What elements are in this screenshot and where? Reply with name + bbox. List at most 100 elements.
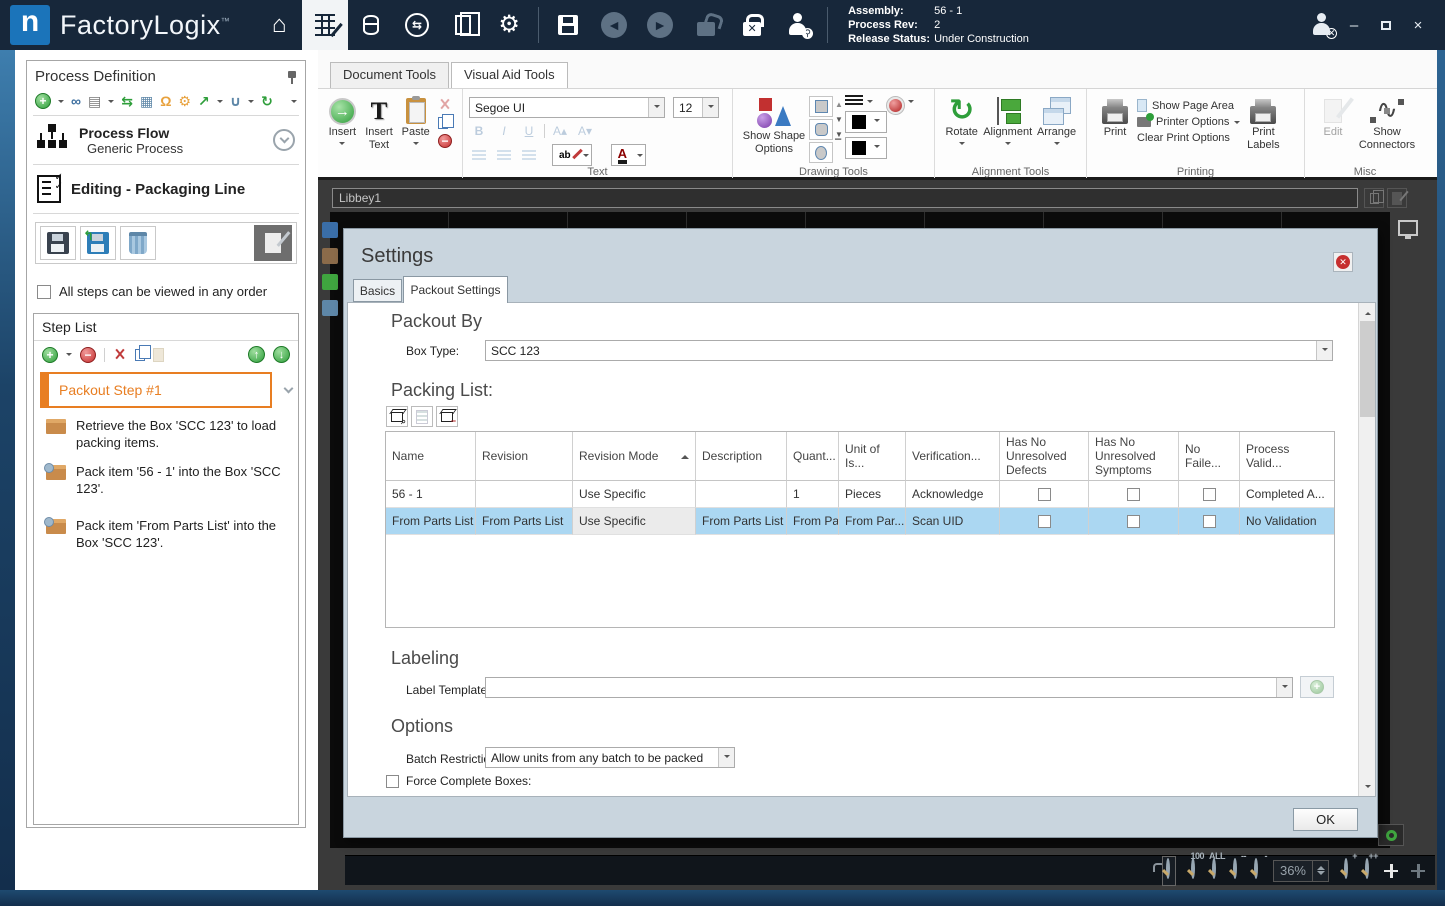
printer-options-button[interactable]: Printer Options: [1137, 113, 1241, 128]
symptoms-checkbox[interactable]: [1127, 514, 1140, 528]
shrink-font-icon[interactable]: A▾: [575, 122, 595, 140]
clear-print-options-button[interactable]: Clear Print Options: [1137, 132, 1240, 144]
align-right-icon[interactable]: [519, 146, 539, 164]
add-label-template-button[interactable]: +: [1300, 676, 1334, 698]
edit-list-button[interactable]: [411, 406, 433, 427]
export-icon[interactable]: ↗: [198, 93, 210, 109]
any-order-checkbox[interactable]: [37, 284, 51, 299]
move-up-icon[interactable]: ↑: [248, 346, 265, 363]
arrange-button[interactable]: Arrange: [1033, 92, 1080, 148]
align-center-icon[interactable]: [494, 146, 514, 164]
print-dropdown-icon[interactable]: [108, 99, 115, 106]
rotate-button[interactable]: ↻ Rotate: [941, 92, 982, 148]
grid-tool-icon[interactable]: [322, 274, 338, 290]
fill-color-combo[interactable]: [844, 137, 887, 159]
sync-icon[interactable]: ⇆: [394, 0, 440, 50]
scroll-down-icon[interactable]: [1359, 779, 1375, 796]
paste-button[interactable]: Paste: [397, 92, 434, 148]
show-page-area-button[interactable]: Show Page Area: [1137, 99, 1240, 112]
selected-step-item[interactable]: Packout Step #1: [40, 372, 294, 408]
column-header[interactable]: No Faile...: [1179, 432, 1240, 481]
expand-down-icon[interactable]: [273, 129, 295, 151]
pin-icon[interactable]: [287, 70, 297, 84]
dialog-scrollbar[interactable]: [1358, 303, 1375, 796]
scroll-up-icon[interactable]: [1359, 303, 1375, 320]
show-connectors-button[interactable]: ∿ Show Connectors: [1355, 92, 1419, 152]
browse-part-button[interactable]: ⌕: [386, 406, 408, 427]
move-down-icon[interactable]: ↓: [273, 346, 290, 363]
unlock-icon[interactable]: [683, 0, 729, 50]
insert-button[interactable]: → Insert: [324, 92, 361, 148]
settings-gear-icon[interactable]: ⚙: [486, 0, 532, 50]
duplicate-page-icon[interactable]: [1364, 188, 1384, 208]
step-item[interactable]: Retrieve the Box 'SCC 123' to load packi…: [34, 410, 298, 456]
export-dropdown-icon[interactable]: [216, 99, 223, 106]
scroll-thumb[interactable]: [1360, 321, 1375, 417]
column-header[interactable]: Has No Unresolved Symptoms: [1089, 432, 1179, 481]
combo-caret-icon[interactable]: [702, 98, 718, 117]
materials-icon[interactable]: [348, 0, 394, 50]
zoom-100-button[interactable]: 100: [1189, 851, 1204, 884]
grow-font-icon[interactable]: A▴: [550, 122, 570, 140]
stroke-color-combo[interactable]: [844, 111, 887, 133]
zoom-spinner-arrows[interactable]: [1312, 860, 1328, 881]
shape-scroll-down-icon[interactable]: ▼: [835, 115, 843, 124]
forward-icon[interactable]: ►: [637, 0, 683, 50]
zoom-in-button[interactable]: +: [1342, 851, 1357, 884]
add-icon[interactable]: +: [35, 93, 51, 109]
table-row-selected[interactable]: From Parts List From Parts List Use Spec…: [386, 508, 1334, 535]
column-header[interactable]: Quant...: [787, 432, 839, 481]
add-step-dropdown-icon[interactable]: [66, 353, 72, 359]
alignment-button[interactable]: Alignment: [982, 92, 1033, 148]
close-button[interactable]: ×: [1405, 12, 1431, 38]
lock-close-icon[interactable]: ✕: [729, 0, 775, 50]
maximize-button[interactable]: [1373, 12, 1399, 38]
layers-tool-icon[interactable]: [322, 300, 338, 316]
print-button[interactable]: Print: [1093, 92, 1137, 139]
add-dropdown-icon[interactable]: [58, 99, 64, 106]
italic-button[interactable]: I: [494, 122, 514, 140]
zoom-level-spinner[interactable]: 36%: [1272, 859, 1329, 882]
box-type-combo[interactable]: SCC 123: [485, 340, 1333, 361]
cut-icon[interactable]: [438, 98, 452, 112]
label-template-combo[interactable]: [485, 677, 1293, 698]
shape-rounded-button[interactable]: [809, 119, 833, 140]
bell-icon[interactable]: Ω: [160, 93, 171, 109]
process-flow-row[interactable]: Process Flow Generic Process: [27, 116, 305, 164]
combo-caret-icon[interactable]: [648, 98, 664, 117]
paste-icon[interactable]: [153, 347, 164, 362]
refresh-icon[interactable]: ↻: [261, 93, 273, 109]
record-indicator-button[interactable]: [1378, 824, 1404, 846]
shape-square-button[interactable]: [809, 96, 833, 117]
combo-caret-icon[interactable]: [1316, 341, 1332, 360]
home-icon[interactable]: ⌂: [256, 0, 302, 50]
pan-move-icon[interactable]: [1384, 863, 1398, 878]
tab-visual-aid-tools[interactable]: Visual Aid Tools: [450, 62, 568, 88]
highlight-color-combo[interactable]: ab: [552, 144, 592, 166]
zoom-lock-icon[interactable]: [1145, 867, 1149, 875]
pan-tool-icon[interactable]: [322, 248, 338, 264]
step-chevron-icon[interactable]: [283, 383, 294, 394]
combo-caret-icon[interactable]: [718, 748, 734, 767]
column-header[interactable]: Name: [386, 432, 476, 481]
defects-checkbox[interactable]: [1037, 514, 1051, 528]
remove-step-icon[interactable]: −: [80, 346, 96, 363]
save-button[interactable]: [40, 226, 76, 260]
pan-move-alt-icon[interactable]: [1411, 863, 1425, 878]
document-name-field[interactable]: Libbey1: [332, 188, 1358, 208]
zoom-out-fast-button[interactable]: --: [1231, 851, 1246, 884]
column-header[interactable]: Description: [696, 432, 787, 481]
discard-button[interactable]: [120, 226, 156, 260]
insert-text-button[interactable]: T Insert Text: [361, 92, 398, 152]
remove-part-button[interactable]: −: [436, 406, 458, 427]
search-binoculars-icon[interactable]: ∞: [71, 93, 81, 109]
table-row[interactable]: 56 - 1 Use Specific 1 Pieces Acknowledge…: [386, 481, 1334, 508]
process-editor-icon[interactable]: [302, 0, 349, 50]
gear-icon[interactable]: ⚙: [178, 93, 191, 109]
shape-ellipse-button[interactable]: [809, 142, 833, 163]
copy-icon[interactable]: [135, 345, 151, 361]
print-icon[interactable]: ▤: [88, 93, 101, 109]
column-header-sorted[interactable]: Revision Mode: [573, 432, 696, 481]
cut-icon[interactable]: [113, 348, 127, 362]
logout-user-icon[interactable]: ✕: [1309, 12, 1337, 39]
